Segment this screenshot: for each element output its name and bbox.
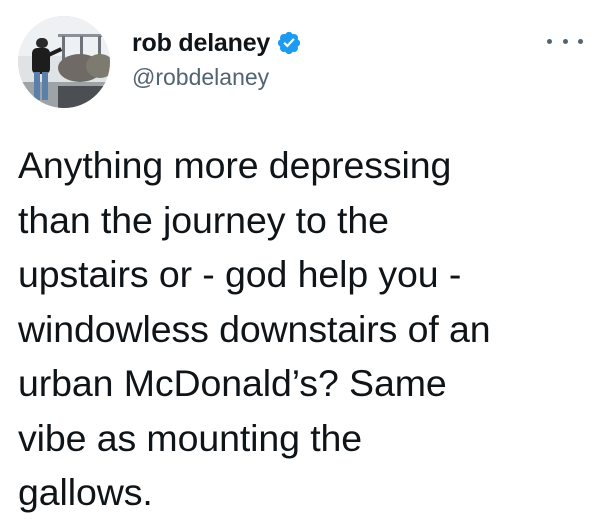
tweet-text-line: gallows. [18,471,153,513]
display-name[interactable]: rob delaney [132,29,270,58]
avatar[interactable] [18,16,110,108]
tweet-text-line: vibe as mounting the [18,416,363,459]
tweet-text-line: urban McDonald’s? Same [18,362,447,404]
verified-badge-icon [276,30,302,56]
user-handle[interactable]: @robdelaney [132,64,269,91]
tweet-text-line: upstairs or - god help you - [18,253,462,295]
tweet-card: rob delaney @robdelaney Anything more de… [0,0,599,528]
user-name-row: rob delaney [132,26,302,60]
more-options-icon[interactable] [547,32,583,50]
tweet-text: Anything more depressing than the journe… [18,138,588,520]
dot [547,38,552,44]
tweet-text-line: windowless downstairs of an [18,307,491,350]
avatar-photo [18,16,110,108]
tweet-text-line: Anything more depressing [18,144,452,186]
tweet-text-line: than the journey to the [18,198,389,241]
dot [562,38,568,44]
dot [578,38,583,44]
